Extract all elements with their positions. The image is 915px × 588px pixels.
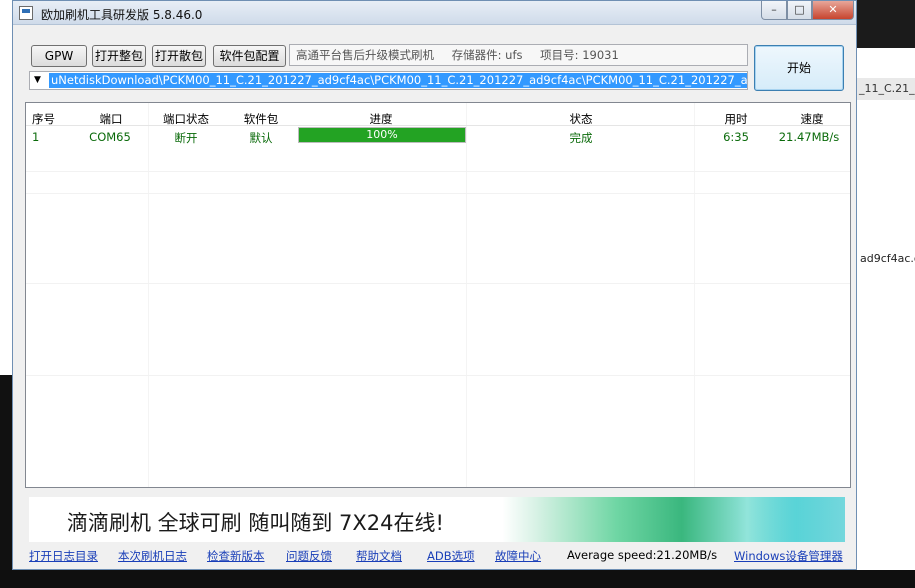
main-window: 欧加刷机工具研发版 5.8.46.0 – □ ✕ GPW 打开整包 打开散包 软… (12, 0, 857, 570)
grid-line (26, 193, 850, 194)
flash-mode-text: 高通平台售后升级模式刷机 (296, 48, 434, 62)
title-bar[interactable]: 欧加刷机工具研发版 5.8.46.0 – □ ✕ (13, 1, 856, 25)
dropdown-arrow-icon[interactable]: ▼ (34, 75, 41, 85)
row-port: COM65 (89, 130, 131, 144)
row-elapsed: 6:35 (723, 130, 749, 144)
banner-graphic (737, 497, 845, 542)
row-speed: 21.47MB/s (778, 130, 840, 144)
taskbar (0, 570, 915, 588)
open-log-folder-link[interactable]: 打开日志目录 (29, 548, 98, 564)
row-package: 默认 (249, 131, 273, 145)
average-speed-text: Average speed:21.20MB/s (567, 548, 718, 562)
background-window-fragment: ad9cf4ac.o (860, 252, 915, 265)
grid-line (148, 103, 149, 487)
row-index: 1 (32, 130, 40, 144)
background-window-strip: _11_C.21_20 (857, 78, 915, 100)
app-icon (19, 6, 33, 20)
window-title: 欧加刷机工具研发版 5.8.46.0 (41, 8, 203, 22)
package-path-text[interactable]: uNetdiskDownload\PCKM00_11_C.21_201227_a… (49, 73, 747, 88)
device-manager-link[interactable]: Windows设备管理器 (734, 548, 843, 564)
grid-line (694, 103, 695, 487)
desktop-background-left-dark (0, 375, 12, 588)
current-flash-log-link[interactable]: 本次刷机日志 (118, 548, 187, 564)
row-port-status: 断开 (174, 131, 198, 145)
open-partial-package-button[interactable]: 打开散包 (152, 45, 206, 67)
maximize-button[interactable]: □ (787, 1, 812, 20)
minimize-button[interactable]: – (761, 1, 787, 20)
help-docs-link[interactable]: 帮助文档 (356, 548, 402, 564)
desktop-background-right-top (857, 0, 915, 48)
package-config-button[interactable]: 软件包配置 (213, 45, 286, 67)
grid-line (26, 375, 850, 376)
grid-line (26, 171, 850, 172)
progress-label: 100% (366, 128, 398, 141)
row-status: 完成 (569, 131, 593, 145)
package-path-combo[interactable]: ▼ uNetdiskDownload\PCKM00_11_C.21_201227… (29, 71, 748, 90)
adb-options-link[interactable]: ADB选项 (427, 548, 475, 564)
grid-line (26, 283, 850, 284)
header-divider (26, 125, 850, 126)
open-full-package-button[interactable]: 打开整包 (92, 45, 146, 67)
close-button[interactable]: ✕ (812, 1, 854, 20)
banner-text: 滴滴刷机 全球可刷 随叫随到 7X24在线! (67, 511, 444, 535)
progress-bar: 100% (298, 127, 466, 143)
start-button[interactable]: 开始 (754, 45, 844, 91)
project-number-text: 项目号: 19031 (540, 48, 619, 62)
footer-links: 打开日志目录 本次刷机日志 检查新版本 问题反馈 帮助文档 ADB选项 故障中心… (29, 548, 855, 564)
advertisement-banner[interactable]: 滴滴刷机 全球可刷 随叫随到 7X24在线! (29, 497, 845, 542)
check-update-link[interactable]: 检查新版本 (207, 548, 265, 564)
feedback-link[interactable]: 问题反馈 (286, 548, 332, 564)
device-info-box: 高通平台售后升级模式刷机 存储器件: ufs 项目号: 19031 (289, 44, 748, 66)
storage-type-text: 存储器件: ufs (451, 48, 523, 62)
fault-center-link[interactable]: 故障中心 (495, 548, 541, 564)
gpw-button[interactable]: GPW (31, 45, 87, 67)
device-list[interactable]: 序号 端口 端口状态 软件包 进度 状态 用时 速度 1 COM65 断开 默认… (25, 102, 851, 488)
grid-line (466, 103, 467, 487)
